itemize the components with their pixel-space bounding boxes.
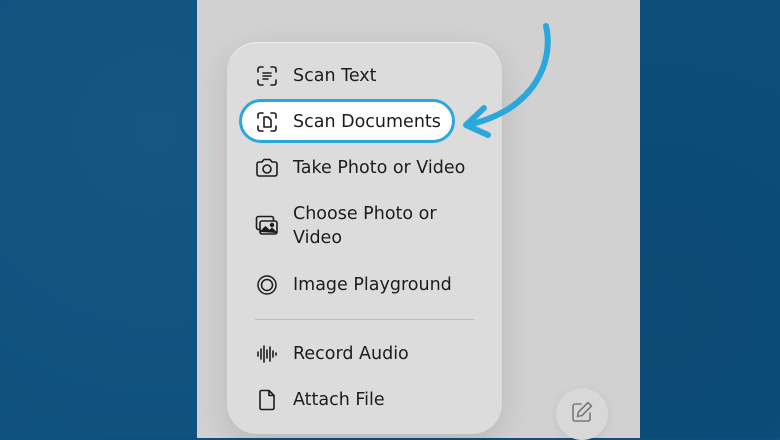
scan-text-icon [255,64,279,88]
menu-item-label: Attach File [293,390,385,410]
photo-library-icon [255,214,279,238]
menu-item-attach-file[interactable]: Attach File [227,388,502,412]
menu-item-image-playground[interactable]: Image Playground [227,273,502,297]
menu-item-label: Choose Photo or Video [293,204,437,248]
menu-item-label: Image Playground [293,275,452,295]
menu-item-label: Record Audio [293,344,409,364]
menu-item-record-audio[interactable]: Record Audio [227,342,502,366]
curved-arrow-icon [463,23,551,138]
compose-icon [570,400,594,428]
menu-item-label: Scan Text [293,66,377,86]
waveform-icon [255,342,279,366]
scan-documents-icon [255,110,279,134]
menu-item-label: Take Photo or Video [293,158,466,178]
menu-item-label: Scan Documents [293,112,441,132]
image-playground-icon [255,273,279,297]
camera-icon [255,156,279,180]
menu-item-take-photo[interactable]: Take Photo or Video [227,156,502,180]
compose-button[interactable] [556,388,608,440]
menu-divider [255,319,474,320]
phone-screen: Scan Text Scan Documents Take Photo or V… [197,0,640,440]
menu-item-choose-photo[interactable]: Choose Photo or Video [227,202,502,250]
document-icon [255,388,279,412]
